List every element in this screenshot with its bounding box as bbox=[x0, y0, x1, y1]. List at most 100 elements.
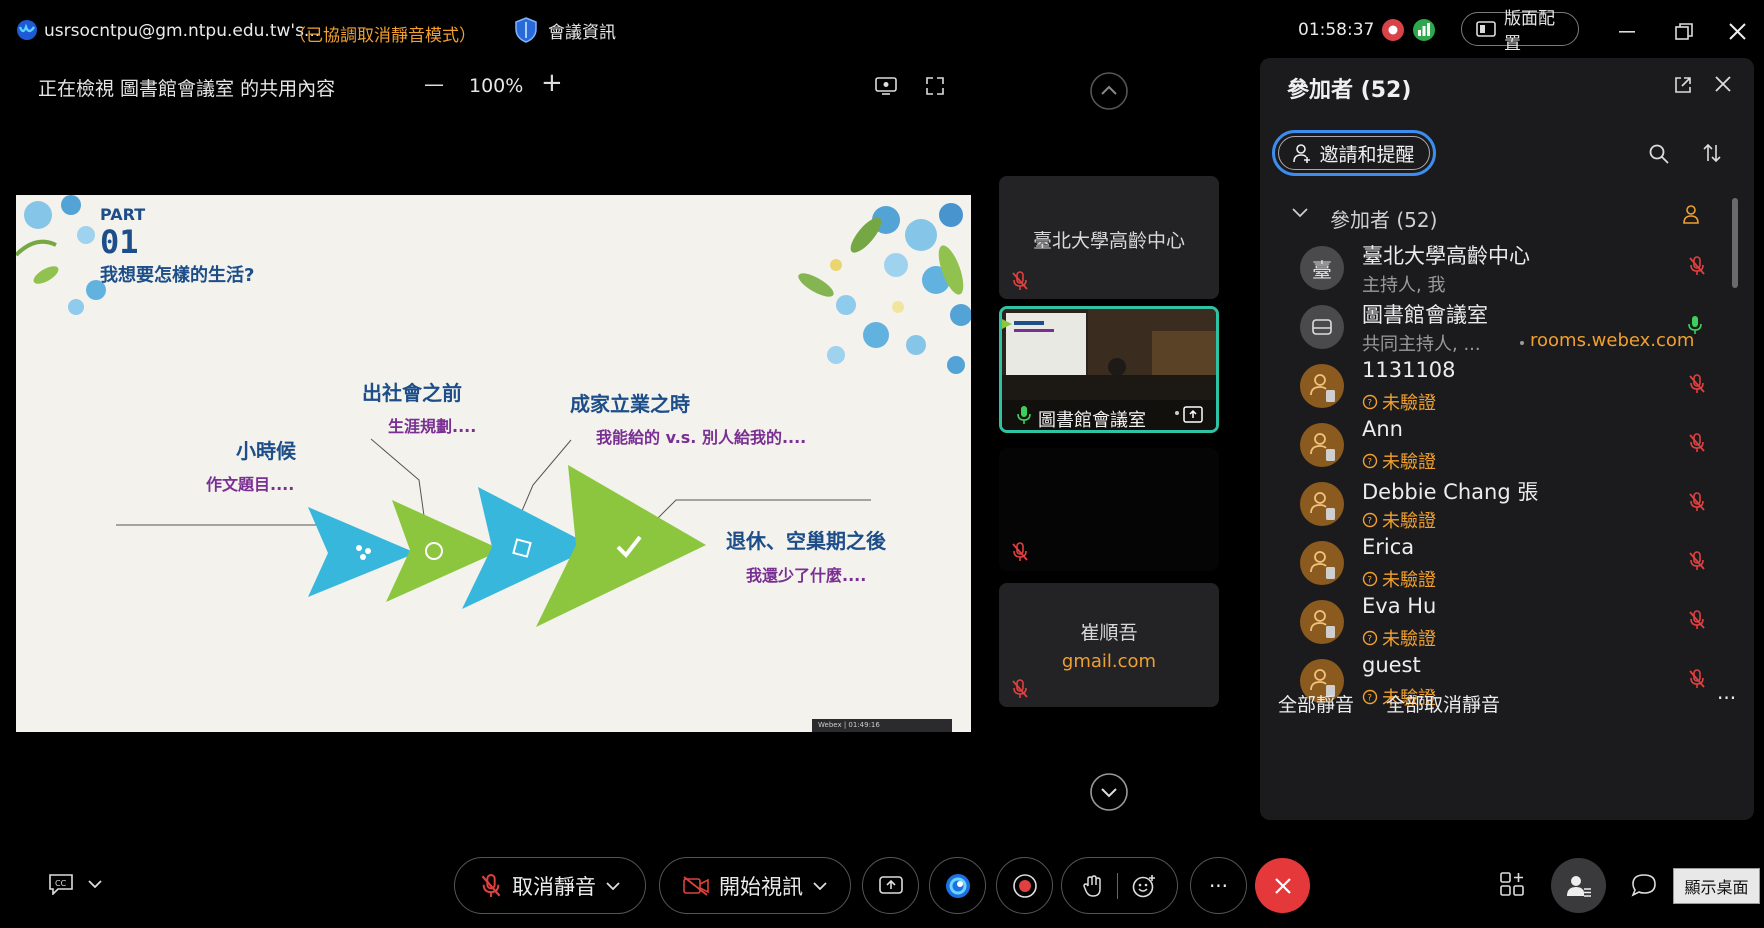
participant-list: 臺 臺北大學高齡中心 主持人, 我 圖書館會議室 共同主持人, ... room… bbox=[1260, 238, 1730, 810]
meeting-info-label: 會議資訊 bbox=[548, 22, 616, 43]
popout-icon[interactable] bbox=[1674, 76, 1692, 94]
slide-part-number: 01 bbox=[100, 223, 139, 261]
end-call-button[interactable] bbox=[1255, 858, 1310, 913]
svg-text:?: ? bbox=[1367, 517, 1372, 527]
muted-mic-icon bbox=[1011, 679, 1029, 699]
muted-mic-icon[interactable] bbox=[1688, 433, 1706, 453]
mode-notice: （已協調取消靜音模式） bbox=[289, 26, 476, 46]
layout-label: 版面配置 bbox=[1504, 9, 1555, 54]
participants-button[interactable] bbox=[1551, 858, 1606, 913]
participant-row[interactable]: Erica? 未驗證 bbox=[1300, 533, 1705, 599]
zoom-level: 100% bbox=[469, 75, 524, 97]
participant-domain: rooms.webex.com bbox=[1530, 330, 1695, 351]
start-video-button[interactable]: 開始視訊 bbox=[659, 857, 851, 914]
show-desktop-button[interactable]: 顯示桌面 bbox=[1673, 868, 1760, 904]
room-device-icon bbox=[1300, 305, 1344, 349]
participant-name: Erica bbox=[1362, 535, 1415, 559]
unmute-button[interactable]: 取消靜音 bbox=[454, 857, 646, 914]
muted-mic-icon bbox=[1011, 271, 1029, 291]
video-tile[interactable]: 崔順吾 gmail.com bbox=[999, 583, 1219, 707]
muted-mic-icon[interactable] bbox=[1688, 492, 1706, 512]
muted-mic-icon[interactable] bbox=[1688, 551, 1706, 571]
reactions-button[interactable] bbox=[1061, 857, 1178, 914]
record-button[interactable] bbox=[996, 857, 1053, 914]
mic-icon[interactable] bbox=[1688, 315, 1702, 335]
muted-mic-icon[interactable] bbox=[1688, 669, 1706, 689]
start-video-label: 開始視訊 bbox=[719, 874, 803, 899]
share-icon bbox=[878, 875, 903, 896]
mute-all-button[interactable]: 全部靜音 bbox=[1278, 690, 1354, 717]
participant-row[interactable]: Eva Hu? 未驗證 bbox=[1300, 592, 1705, 658]
muted-mic-icon[interactable] bbox=[1688, 256, 1706, 276]
more-options-button[interactable]: ··· bbox=[1190, 857, 1247, 914]
muted-mic-icon[interactable] bbox=[1688, 610, 1706, 630]
scroll-down-icon[interactable] bbox=[1090, 773, 1128, 811]
participant-name: guest bbox=[1362, 653, 1421, 677]
share-button[interactable] bbox=[862, 857, 919, 914]
unverified-icon: ? bbox=[1362, 394, 1378, 410]
panel-title: 參加者 (52) bbox=[1287, 78, 1412, 103]
webex-logo-icon bbox=[16, 19, 38, 41]
scroll-up-icon[interactable] bbox=[1090, 72, 1128, 110]
participant-name: Debbie Chang 張 bbox=[1362, 480, 1539, 504]
muted-mic-icon[interactable] bbox=[1688, 374, 1706, 394]
tile-name: 崔順吾 bbox=[1080, 622, 1138, 644]
unmute-all-button[interactable]: 全部取消靜音 bbox=[1386, 690, 1500, 717]
more-icon[interactable]: ··· bbox=[1717, 686, 1736, 710]
host-icon bbox=[1682, 204, 1700, 224]
stage-subtitle: 我能給的 v.s. 別人給我的.... bbox=[596, 428, 807, 447]
minimize-icon[interactable] bbox=[1619, 31, 1635, 33]
stage-title: 出社會之前 bbox=[362, 381, 462, 405]
invite-button[interactable]: 邀請和提醒 bbox=[1272, 130, 1436, 176]
zoom-in-icon[interactable]: + bbox=[541, 68, 563, 98]
search-icon[interactable] bbox=[1649, 144, 1669, 164]
participant-row[interactable]: 臺 臺北大學高齡中心 主持人, 我 bbox=[1300, 238, 1705, 304]
chevron-down-icon bbox=[88, 880, 102, 888]
section-label: 參加者 (52) bbox=[1330, 208, 1438, 232]
unverified-icon: ? bbox=[1362, 512, 1378, 528]
layout-icon bbox=[1476, 20, 1496, 38]
participant-row[interactable]: Debbie Chang 張? 未驗證 bbox=[1300, 474, 1705, 540]
chevron-down-icon[interactable] bbox=[1292, 208, 1308, 218]
share-screen-icon[interactable] bbox=[875, 76, 897, 96]
unverified-icon: ? bbox=[1362, 689, 1378, 705]
ai-assistant-button[interactable] bbox=[929, 857, 986, 914]
video-tile-active[interactable]: 圖書館會議室 bbox=[999, 306, 1219, 433]
guest-avatar-icon bbox=[1300, 541, 1344, 585]
svg-text:?: ? bbox=[1367, 399, 1372, 409]
close-panel-icon[interactable] bbox=[1715, 76, 1731, 92]
participant-name: 1131108 bbox=[1362, 358, 1456, 382]
participant-row[interactable]: 1131108? 未驗證 bbox=[1300, 356, 1705, 422]
shield-icon bbox=[514, 16, 538, 44]
closed-captions-button[interactable]: CC bbox=[48, 873, 102, 895]
zoom-out-icon[interactable]: — bbox=[424, 72, 444, 96]
sort-icon[interactable] bbox=[1702, 143, 1722, 163]
closed-captions-icon: CC bbox=[48, 873, 74, 895]
participant-role: 未驗證 bbox=[1382, 570, 1436, 591]
layout-button[interactable]: 版面配置 bbox=[1461, 9, 1579, 54]
meeting-info-button[interactable]: 會議資訊 bbox=[514, 16, 616, 44]
unverified-icon: ? bbox=[1362, 630, 1378, 646]
scrollbar[interactable] bbox=[1732, 198, 1738, 288]
video-tile[interactable]: 臺北大學高齡中心 bbox=[999, 176, 1219, 299]
invite-label: 邀請和提醒 bbox=[1319, 143, 1415, 166]
participant-row[interactable]: Ann? 未驗證 bbox=[1300, 415, 1705, 481]
participant-role: 未驗證 bbox=[1382, 393, 1436, 414]
chevron-down-icon bbox=[813, 881, 827, 890]
apps-icon[interactable] bbox=[1500, 872, 1524, 896]
muted-mic-icon bbox=[1011, 542, 1029, 562]
record-icon bbox=[1012, 873, 1038, 899]
video-tile[interactable] bbox=[999, 448, 1219, 571]
fullscreen-icon[interactable] bbox=[926, 77, 944, 95]
restore-icon[interactable] bbox=[1675, 23, 1693, 41]
account-label: usrsocntpu@gm.ntpu.edu.tw's... bbox=[44, 21, 321, 41]
muted-mic-icon bbox=[480, 873, 502, 899]
slide-heading: 我想要怎樣的生活? bbox=[100, 265, 255, 286]
chat-icon[interactable] bbox=[1631, 873, 1657, 897]
participant-row[interactable]: 圖書館會議室 共同主持人, ... rooms.webex.com bbox=[1300, 297, 1702, 363]
stage-title: 小時候 bbox=[236, 439, 296, 463]
guest-avatar-icon bbox=[1300, 600, 1344, 644]
close-icon[interactable] bbox=[1729, 23, 1746, 40]
stage-title: 成家立業之時 bbox=[570, 392, 690, 416]
svg-text:?: ? bbox=[1367, 458, 1372, 468]
